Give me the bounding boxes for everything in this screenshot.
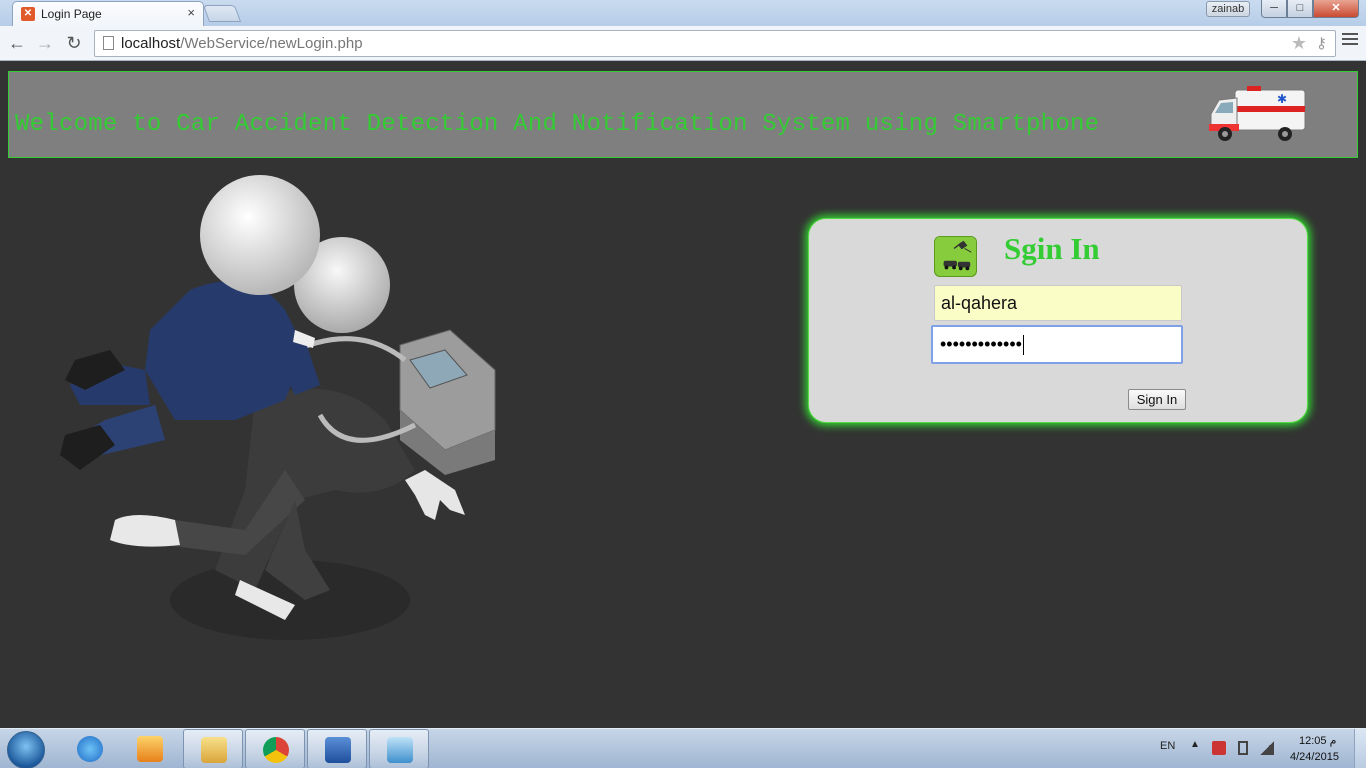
start-button[interactable] xyxy=(7,731,45,768)
welcome-heading: Welcome to Car Accident Detection And No… xyxy=(15,111,1100,138)
signin-heading: Sgin In xyxy=(1004,231,1100,266)
back-arrow-icon[interactable]: ← xyxy=(5,32,29,54)
tab-close-icon[interactable]: × xyxy=(187,5,195,20)
header-banner: Welcome to Car Accident Detection And No… xyxy=(8,71,1358,158)
bookmark-star-icon[interactable]: ★ xyxy=(1291,33,1307,54)
notepad-icon xyxy=(387,737,413,763)
cpr-illustration xyxy=(60,175,496,640)
browser-toolbar: ← → ↻ localhost/WebService/newLogin.php … xyxy=(0,26,1366,61)
hamburger-menu-icon[interactable] xyxy=(1342,33,1358,47)
text-caret xyxy=(1022,335,1024,356)
satellite-car-icon xyxy=(934,236,977,277)
word-icon xyxy=(325,737,351,763)
close-window-button[interactable]: ✕ xyxy=(1313,0,1359,18)
svg-text:✱: ✱ xyxy=(1277,92,1287,106)
browser-tab[interactable]: ✕ Login Page × xyxy=(12,1,204,26)
key-icon[interactable]: ⚷ xyxy=(1316,34,1327,52)
battery-icon[interactable] xyxy=(1238,741,1248,755)
xampp-favicon-icon: ✕ xyxy=(21,7,35,21)
password-mask: ••••••••••••• xyxy=(940,334,1022,354)
clock-date[interactable]: 4/24/2015 xyxy=(1290,751,1339,763)
taskbar-ie[interactable] xyxy=(60,729,120,768)
forward-arrow-icon[interactable]: → xyxy=(33,32,57,54)
show-desktop-button[interactable] xyxy=(1354,729,1366,768)
page-icon xyxy=(103,36,114,50)
reload-icon[interactable]: ↻ xyxy=(62,32,86,54)
url-text[interactable]: localhost/WebService/newLogin.php xyxy=(121,35,363,52)
url-path: /WebService/newLogin.php xyxy=(180,35,363,52)
taskbar-notepad[interactable] xyxy=(369,729,429,768)
new-tab-button[interactable] xyxy=(202,5,242,22)
windows-taskbar: EN ▲ 12:05 م 4/24/2015 xyxy=(0,728,1366,768)
action-center-flag-icon[interactable] xyxy=(1212,741,1226,755)
clock-time[interactable]: 12:05 م xyxy=(1299,734,1336,747)
taskbar-media-player[interactable] xyxy=(120,729,180,768)
browser-titlebar: ✕ Login Page × zainab ─ □ ✕ xyxy=(0,0,1366,26)
network-signal-icon[interactable] xyxy=(1260,741,1274,755)
url-host: localhost xyxy=(121,35,181,52)
password-input[interactable]: ••••••••••••• xyxy=(931,325,1183,364)
taskbar-explorer[interactable] xyxy=(183,729,243,768)
tab-title: Login Page xyxy=(41,7,102,21)
signin-panel: Sgin In al-qahera ••••••••••••• Sign In xyxy=(808,218,1308,423)
address-bar[interactable]: localhost/WebService/newLogin.php ★ ⚷ xyxy=(94,30,1336,57)
tray-expand-icon[interactable]: ▲ xyxy=(1190,739,1200,750)
internet-explorer-icon xyxy=(77,736,103,762)
maximize-button[interactable]: □ xyxy=(1287,0,1313,18)
media-player-icon xyxy=(137,736,163,762)
profile-badge[interactable]: zainab xyxy=(1206,1,1250,17)
minimize-button[interactable]: ─ xyxy=(1261,0,1287,18)
ambulance-icon: ✱ xyxy=(1209,86,1306,141)
chrome-icon xyxy=(263,737,289,763)
taskbar-word[interactable] xyxy=(307,729,367,768)
language-indicator[interactable]: EN xyxy=(1160,740,1175,752)
taskbar-chrome[interactable] xyxy=(245,729,305,768)
file-explorer-icon xyxy=(201,737,227,763)
username-input[interactable]: al-qahera xyxy=(934,285,1182,321)
signin-button[interactable]: Sign In xyxy=(1128,389,1186,410)
